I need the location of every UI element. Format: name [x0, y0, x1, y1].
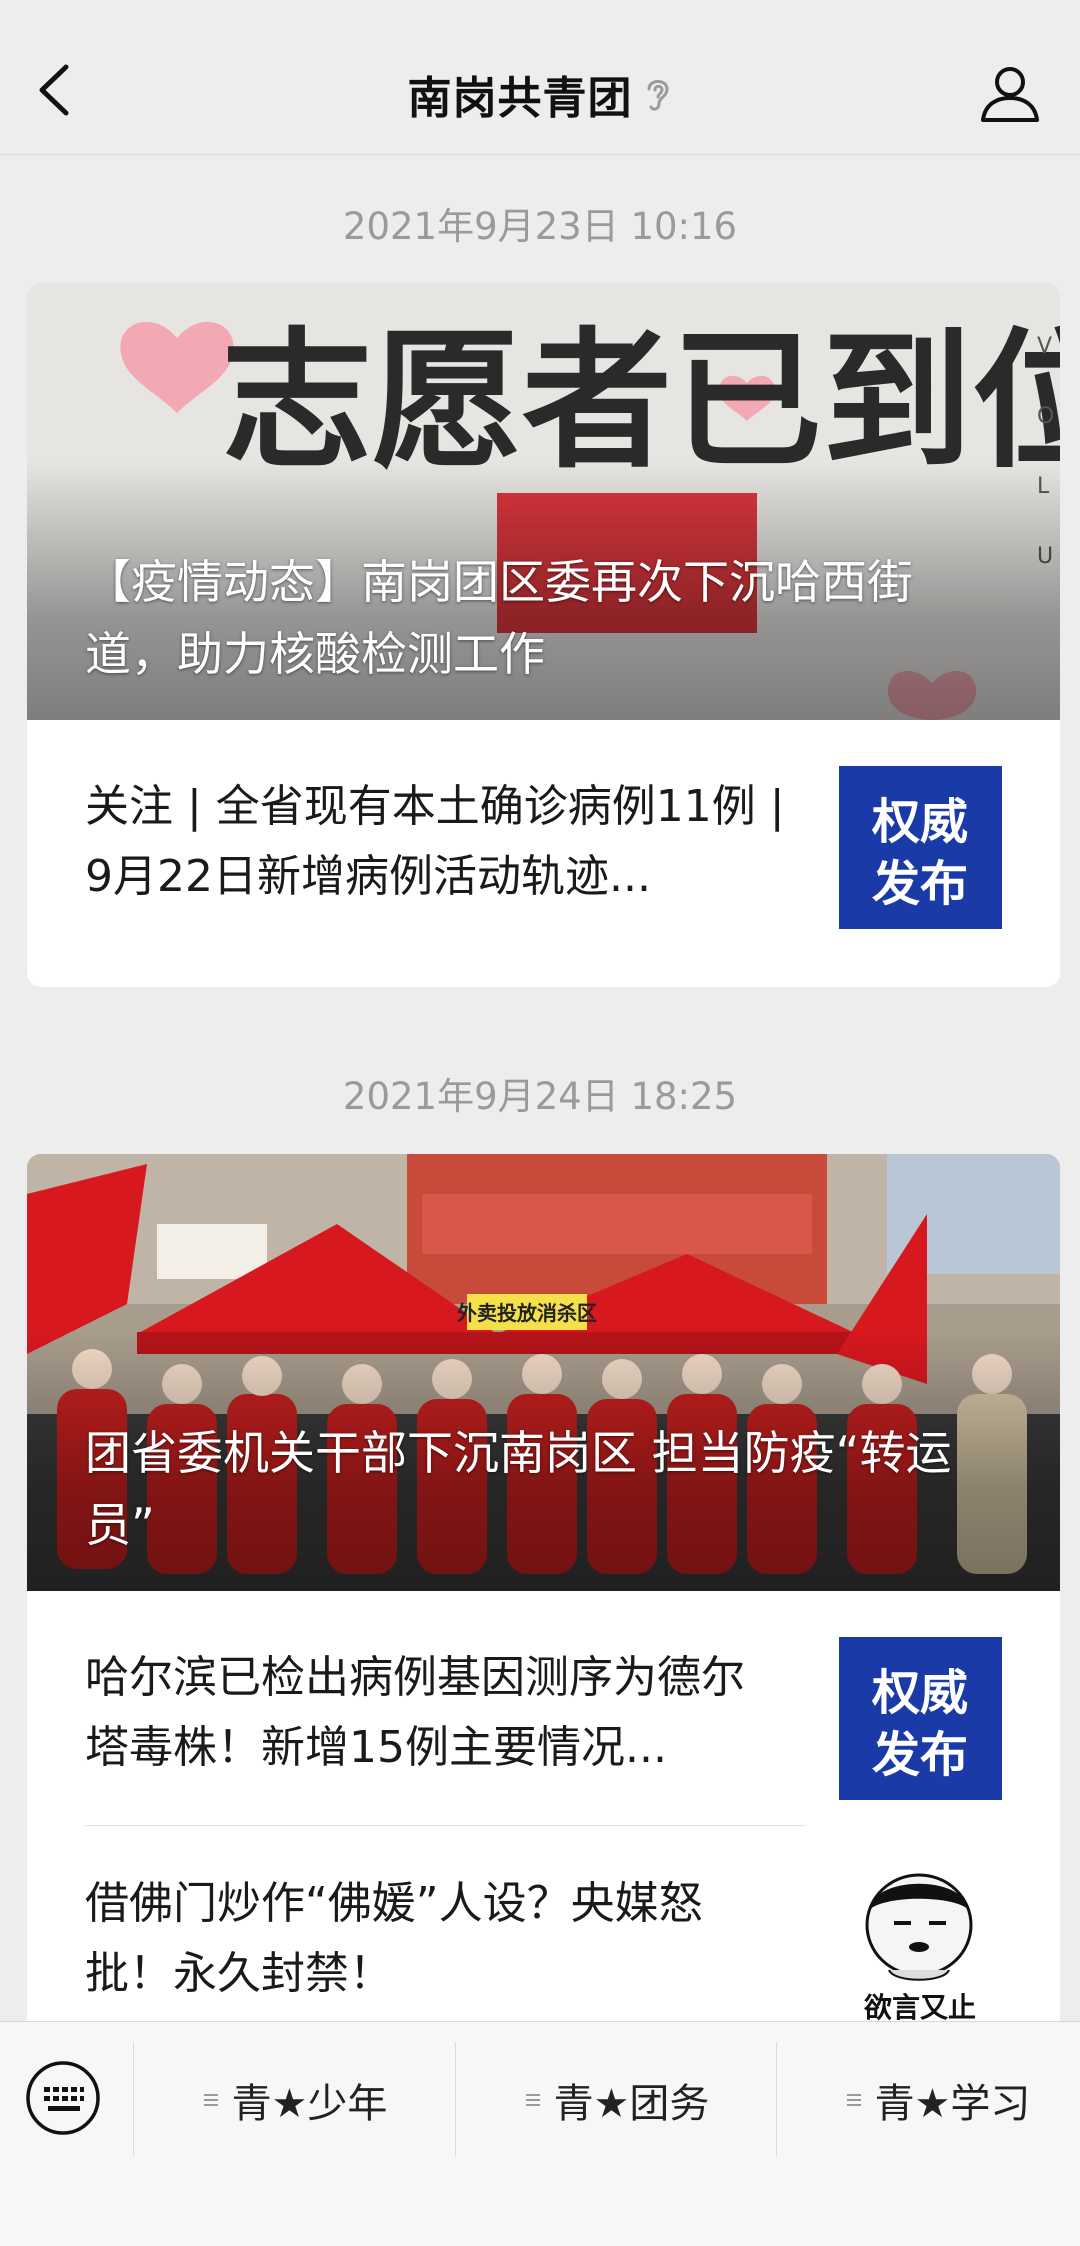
- hero-image-text: 外卖投放消杀区: [457, 1301, 597, 1325]
- thumb-line-2: 发布: [872, 856, 968, 912]
- thumb-line-1: 权威: [871, 1665, 968, 1721]
- bottom-menu-bar: 青★少年 青★团务 青★学习: [0, 2021, 1080, 2246]
- list-item-thumbnail: 欲言又止: [839, 1865, 1002, 2025]
- list-item[interactable]: 哈尔滨已检出病例基因测序为德尔塔毒株！新增15例主要情况... 权威 发布: [27, 1591, 1060, 1825]
- hero-title: 团省委机关干部下沉南岗区 担当防疫“转运员”: [85, 1426, 952, 1552]
- thumb-caption: 欲言又止: [863, 1991, 976, 2024]
- svg-text:O: O: [1037, 404, 1054, 429]
- ear-icon: [647, 80, 669, 111]
- hero-title: 【疫情动态】南岗团区委再次下沉哈西街道，助力核酸检测工作: [85, 555, 913, 681]
- profile-button[interactable]: [975, 58, 1045, 128]
- person-icon: [981, 67, 1039, 122]
- menu-item-label: 青★团务: [553, 2080, 710, 2127]
- message-timestamp: 2021年9月23日 10:16: [342, 205, 738, 248]
- menu-item-league-affairs[interactable]: 青★团务: [455, 2042, 777, 2157]
- page-title-container: 南岗共青团: [0, 62, 1080, 126]
- list-item-title: 借佛门炒作“佛媛”人设？央媒怒批！永久封禁！: [85, 1878, 703, 1999]
- menu-lines-icon: [846, 2093, 861, 2106]
- menu-item-label: 青★少年: [231, 2080, 388, 2127]
- svg-text:V: V: [1037, 334, 1052, 359]
- menu-item-study[interactable]: 青★学习: [776, 2042, 1080, 2157]
- list-item-thumbnail: 权威 发布: [839, 1637, 1002, 1800]
- list-item-thumbnail: 权威 发布: [839, 766, 1002, 929]
- thumb-line-1: 权威: [871, 794, 968, 850]
- hero-article[interactable]: 志愿者已到位 V O L U 【疫情动态】南岗团区委再次下沉哈西街道，助力核酸检…: [27, 283, 1060, 720]
- page-title: 南岗共青团: [407, 73, 633, 124]
- thumb-line-2: 发布: [872, 1727, 968, 1783]
- hero-article[interactable]: 外卖投放消杀区 团省委机关干部下沉南岗区 担当防疫“转运员”: [27, 1154, 1060, 1591]
- menu-item-youth[interactable]: 青★少年: [133, 2042, 455, 2157]
- message-timestamp: 2021年9月24日 18:25: [342, 1075, 738, 1118]
- keyboard-icon: [26, 2061, 100, 2135]
- list-item-title: 哈尔滨已检出病例基因测序为德尔塔毒株！新增15例主要情况...: [85, 1652, 745, 1773]
- menu-lines-icon: [525, 2093, 540, 2106]
- top-nav-bar: 南岗共青团: [0, 0, 1080, 155]
- keyboard-toggle-button[interactable]: [24, 2059, 102, 2137]
- menu-item-label: 青★学习: [874, 2080, 1031, 2127]
- list-item-title: 关注 | 全省现有本土确诊病例11例 | 9月22日新增病例活动轨迹...: [85, 781, 785, 902]
- list-item[interactable]: 关注 | 全省现有本土确诊病例11例 | 9月22日新增病例活动轨迹... 权威…: [27, 720, 1060, 984]
- article-card: 志愿者已到位 V O L U 【疫情动态】南岗团区委再次下沉哈西街道，助力核酸检…: [27, 283, 1060, 987]
- menu-lines-icon: [203, 2093, 218, 2106]
